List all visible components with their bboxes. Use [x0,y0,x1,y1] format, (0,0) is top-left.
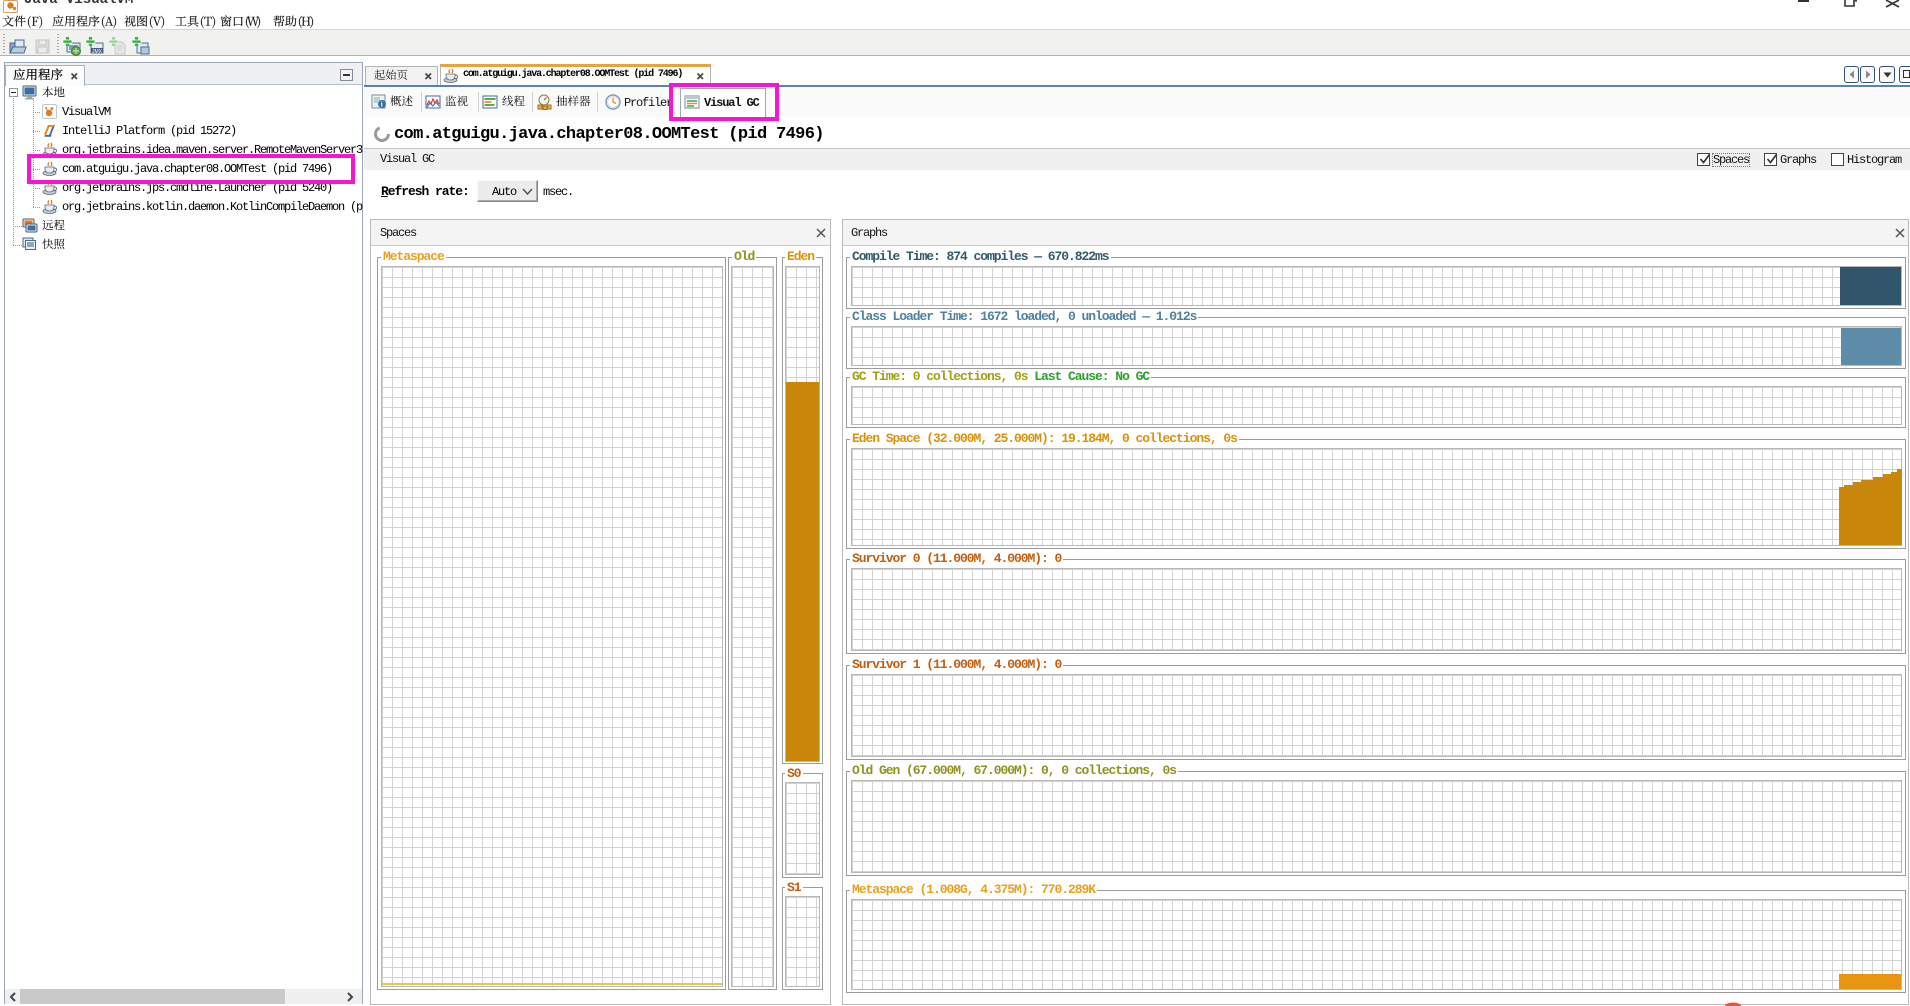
svg-text:i: i [381,101,383,109]
svg-text:JMX: JMX [92,49,103,55]
